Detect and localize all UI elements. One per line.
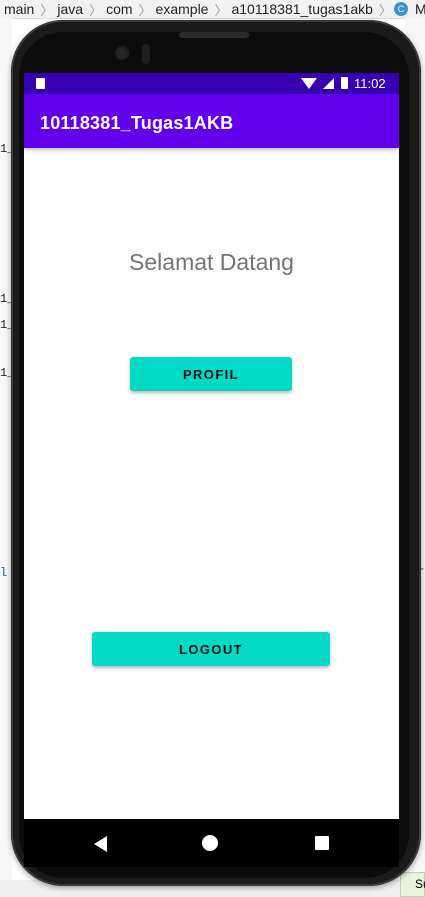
breadcrumb-label: main	[4, 1, 35, 17]
ide-status-chip[interactable]: Su	[400, 872, 425, 897]
speaker-grille	[179, 32, 249, 38]
chevron-right-icon: 〉	[89, 2, 103, 18]
chevron-right-icon: 〉	[214, 2, 228, 18]
breadcrumb-item[interactable]: a10118381_tugas1akb 〉	[227, 0, 392, 18]
chevron-right-icon: 〉	[40, 2, 54, 18]
profil-button[interactable]: PROFIL	[130, 357, 292, 391]
breadcrumb-item[interactable]: main 〉	[0, 0, 54, 18]
recents-icon[interactable]	[315, 836, 329, 850]
class-icon: C	[393, 2, 408, 16]
app-bar: 10118381_Tugas1AKB	[24, 94, 399, 148]
camera-icon	[117, 48, 127, 58]
home-icon[interactable]	[202, 835, 218, 851]
status-time: 11:02	[354, 76, 386, 91]
back-icon[interactable]	[94, 836, 107, 852]
sim-card-icon	[36, 78, 45, 89]
chevron-right-icon: 〉	[138, 2, 152, 18]
app-title: 10118381_Tugas1AKB	[40, 113, 234, 133]
navigation-bar	[24, 819, 399, 867]
breadcrumb-item[interactable]: com 〉	[102, 0, 152, 18]
device-screen: 11:02 10118381_Tugas1AKB Selamat Datang …	[24, 73, 399, 867]
status-bar: 11:02	[24, 73, 399, 94]
logout-button[interactable]: LOGOUT	[92, 632, 330, 666]
sensor	[142, 44, 150, 64]
breadcrumb-item[interactable]: example 〉	[152, 0, 228, 18]
breadcrumb-label: a10118381_tugas1akb	[231, 1, 373, 17]
breadcrumb-item[interactable]: java 〉	[53, 0, 103, 18]
breadcrumb-label: java	[57, 1, 84, 17]
welcome-text: Selamat Datang	[129, 249, 294, 275]
battery-icon	[341, 77, 348, 89]
breadcrumb-label: com	[106, 1, 133, 17]
logout-button-label: LOGOUT	[178, 641, 243, 657]
profil-button-label: PROFIL	[182, 366, 240, 382]
signal-icon	[323, 78, 334, 89]
ide-breadcrumb: main 〉 java 〉 com 〉 example 〉 a10118381_tuga…	[0, 0, 425, 19]
wifi-icon	[301, 78, 317, 89]
chevron-right-icon: 〉	[378, 2, 392, 18]
breadcrumb-label: M	[411, 1, 425, 17]
code-fragment: l	[0, 566, 8, 580]
breadcrumb-item[interactable]: CM	[392, 1, 425, 17]
breadcrumb-label: example	[155, 1, 209, 17]
